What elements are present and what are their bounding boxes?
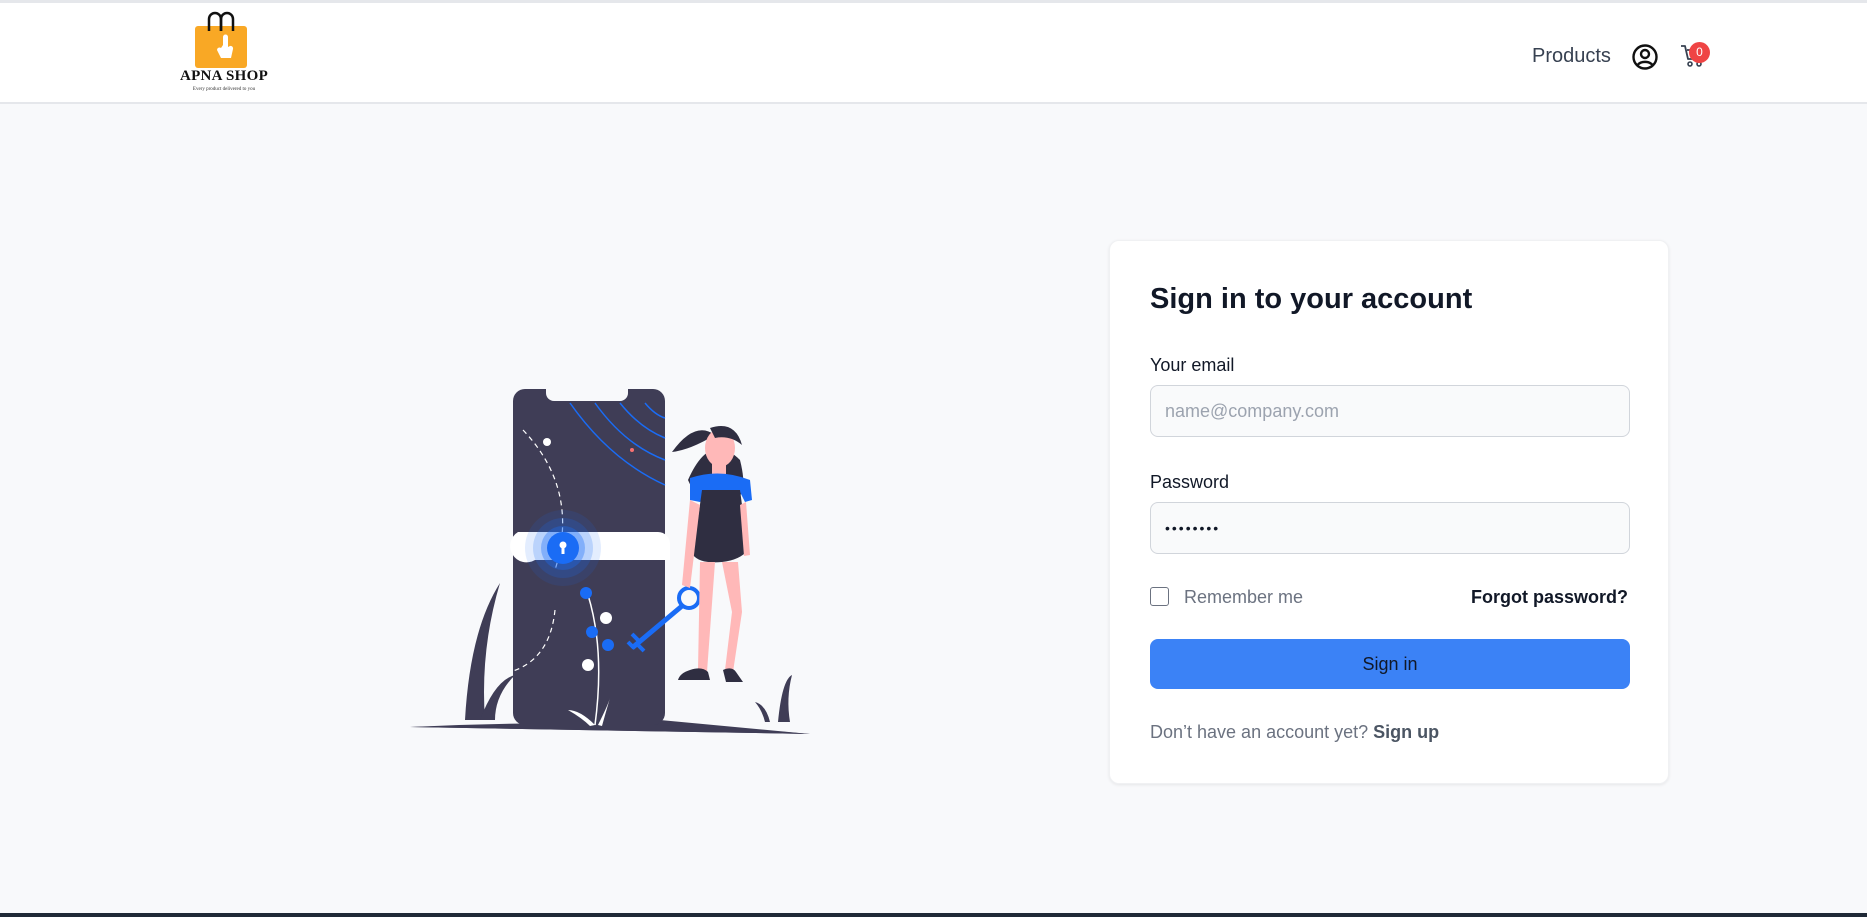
logo-tagline: Every product delivered to you <box>192 87 256 92</box>
password-input[interactable] <box>1150 502 1630 554</box>
sign-up-link[interactable]: Sign up <box>1373 722 1439 742</box>
signup-row: Don’t have an account yet? Sign up <box>1150 722 1439 743</box>
password-label: Password <box>1150 472 1230 492</box>
remember-me-label: Remember me <box>1184 587 1304 607</box>
forgot-password-link[interactable]: Forgot password? <box>1471 587 1628 608</box>
signup-prompt: Don’t have an account yet? <box>1150 722 1369 742</box>
sign-in-button[interactable]: Sign in <box>1150 639 1630 689</box>
email-label: Your email <box>1150 355 1235 375</box>
login-card: Sign in to your account Your email Passw… <box>1109 240 1669 784</box>
user-circle-icon[interactable] <box>1631 43 1659 71</box>
lock-illustration <box>410 389 810 734</box>
shopping-bag-logo-icon <box>195 11 247 68</box>
site-header: APNA SHOP Every product delivered to you… <box>0 0 1867 104</box>
email-input[interactable] <box>1150 385 1630 437</box>
bottom-bar <box>0 913 1867 917</box>
nav-products-link[interactable]: Products <box>1532 45 1611 68</box>
remember-me-checkbox[interactable] <box>1150 587 1169 606</box>
page-title: Sign in to your account <box>1150 283 1473 315</box>
logo-name: APNA SHOP <box>179 68 269 84</box>
brand-logo[interactable]: APNA SHOP Every product delivered to you <box>176 9 272 101</box>
cart-count-badge: 0 <box>1689 42 1710 63</box>
